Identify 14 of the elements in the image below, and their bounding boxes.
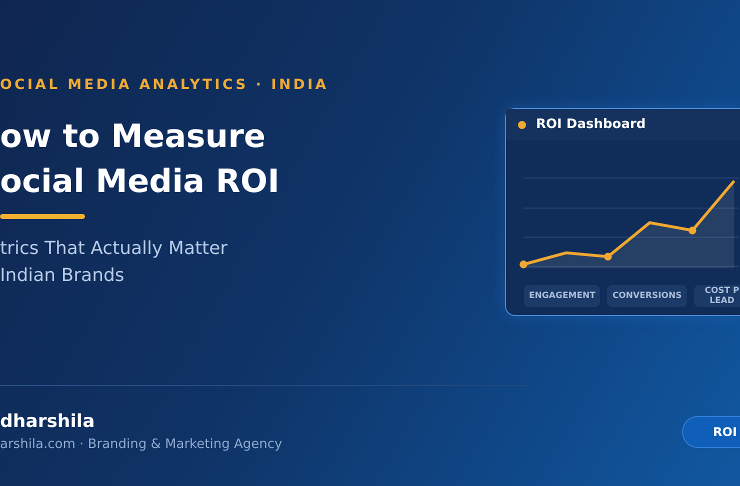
metric-chip: CONVERSIONS xyxy=(607,285,687,307)
subtitle: trics That Actually Matter Indian Brands xyxy=(0,237,228,288)
metric-chip: ENGAGEMENT xyxy=(524,285,600,307)
status-dot-icon xyxy=(518,120,526,128)
brand-name: dharshila xyxy=(0,410,96,434)
eyebrow-label: OCIAL MEDIA ANALYTICS · INDIA xyxy=(0,76,329,94)
metric-chip: COST P LEAD xyxy=(694,285,740,307)
data-point xyxy=(604,252,612,261)
brand-tagline: arshila.com · Branding & Marketing Agency xyxy=(0,436,282,454)
data-point xyxy=(688,226,696,234)
roi-button[interactable]: ROI xyxy=(682,416,740,448)
data-point xyxy=(520,260,528,268)
card-title: ROI Dashboard xyxy=(536,117,646,132)
headline: ow to Measure ocial Media ROI xyxy=(0,116,280,202)
